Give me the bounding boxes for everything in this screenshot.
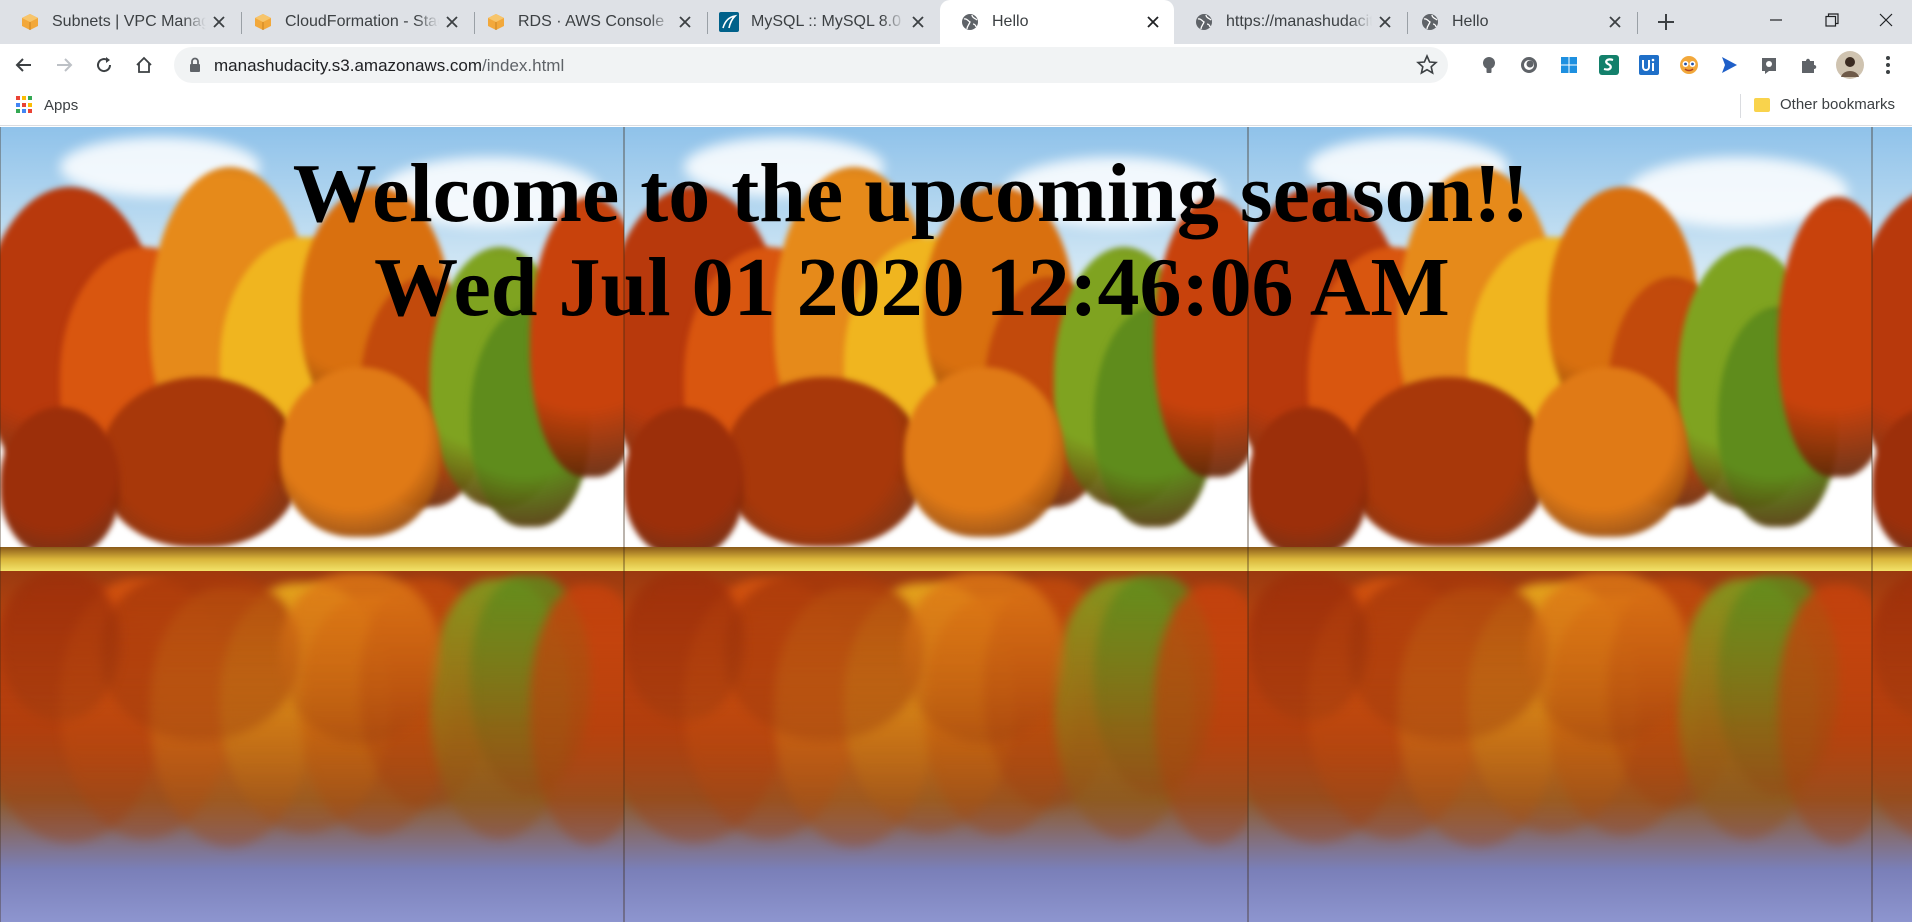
circle-icon[interactable]	[1517, 53, 1541, 77]
tree-foliage	[100, 377, 300, 547]
plus-icon	[1658, 14, 1674, 30]
tree-reflection	[280, 573, 440, 743]
close-icon	[1879, 13, 1893, 27]
ui-icon[interactable]	[1637, 53, 1661, 77]
back-button[interactable]	[8, 49, 40, 81]
shield-icon[interactable]	[1757, 53, 1781, 77]
close-icon[interactable]	[206, 9, 232, 35]
tab-title: Hello	[992, 13, 1029, 30]
profile-avatar[interactable]	[1835, 50, 1865, 80]
close-icon[interactable]	[1140, 9, 1166, 35]
tab-cloudformation[interactable]: CloudFormation - Stacks	[233, 0, 473, 44]
bookmarks-bar: Apps Other bookmarks	[0, 86, 1912, 126]
puzzle-icon[interactable]	[1797, 53, 1821, 77]
eye-icon[interactable]	[1677, 53, 1701, 77]
tree-foliage	[904, 367, 1064, 537]
tab-title: MySQL :: MySQL 8.0 Reference Manual	[751, 13, 905, 30]
tree-reflection	[724, 571, 924, 741]
tab-title: Subnets | VPC Management Console	[52, 13, 206, 30]
date-time-text: Wed Jul 01 2020 12:46:06 AM	[374, 241, 1450, 334]
address-host: manashudacity.s3.amazonaws.com	[214, 56, 483, 75]
tree-foliage	[0, 407, 120, 557]
tab-title: RDS · AWS Console	[518, 13, 665, 30]
shoreline	[1248, 547, 1872, 571]
reload-button[interactable]	[88, 49, 120, 81]
tab-separator	[1637, 12, 1638, 34]
tab-hello-active[interactable]: Hello	[940, 0, 1174, 44]
windows-icon[interactable]	[1557, 53, 1581, 77]
arrow-right-icon	[57, 58, 73, 72]
close-window-button[interactable]	[1858, 0, 1912, 40]
close-icon[interactable]	[439, 9, 465, 35]
page-content: Welcome to the upcoming season!! Wed Jul…	[0, 127, 1912, 922]
bookmark-apps[interactable]: Apps	[16, 96, 78, 114]
address-path: /index.html	[482, 56, 565, 75]
close-icon[interactable]	[1372, 9, 1398, 35]
bulb-icon[interactable]	[1477, 53, 1501, 77]
restore-button[interactable]	[1804, 0, 1860, 40]
home-icon	[136, 56, 152, 73]
tree-reflection	[624, 571, 744, 721]
reload-icon	[97, 57, 112, 73]
tab-subnets[interactable]: Subnets | VPC Management Console	[0, 0, 240, 44]
globe-icon	[1194, 12, 1214, 32]
address-text[interactable]: manashudacity.s3.amazonaws.com/index.htm…	[214, 56, 564, 76]
tab-title: CloudFormation - Stacks	[285, 13, 439, 30]
tree-foliage	[280, 367, 440, 537]
tab-title: Hello	[1452, 13, 1489, 30]
close-icon[interactable]	[672, 9, 698, 35]
close-icon[interactable]	[905, 9, 931, 35]
lock-icon[interactable]	[186, 56, 204, 74]
shoreline	[1872, 547, 1912, 571]
tab-strip: Subnets | VPC Management Console CloudFo…	[0, 0, 1912, 44]
minimize-icon	[1770, 19, 1782, 21]
tree-foliage	[1348, 377, 1548, 547]
arrow-icon[interactable]	[1717, 53, 1741, 77]
globe-icon	[960, 12, 980, 32]
apps-label: Apps	[44, 96, 79, 114]
aws-box-icon	[20, 12, 40, 32]
tree-reflection	[1248, 571, 1368, 721]
welcome-heading: Welcome to the upcoming season!! Wed Jul…	[0, 147, 1912, 335]
minimize-button[interactable]	[1748, 0, 1804, 40]
tab-rds[interactable]: RDS · AWS Console	[466, 0, 706, 44]
bookmark-other-folder[interactable]: Other bookmarks	[1754, 96, 1895, 113]
tree-reflection	[1528, 573, 1688, 743]
tree-foliage	[1248, 407, 1368, 557]
tab-mysql[interactable]: MySQL :: MySQL 8.0 Reference Manual	[699, 0, 939, 44]
tree-foliage	[724, 377, 924, 547]
tree-reflection	[1348, 571, 1548, 741]
tree-reflection	[904, 573, 1064, 743]
forward-button[interactable]	[48, 49, 80, 81]
tree-foliage	[624, 407, 744, 557]
apps-grid-icon	[16, 96, 34, 114]
folder-icon	[1754, 97, 1770, 112]
shoreline	[0, 547, 624, 571]
s-icon[interactable]	[1597, 53, 1621, 77]
new-tab-button[interactable]	[1650, 6, 1682, 38]
shoreline	[624, 547, 1248, 571]
tree-foliage	[1528, 367, 1688, 537]
address-bar[interactable]: manashudacity.s3.amazonaws.com/index.htm…	[174, 47, 1448, 83]
globe-icon	[1420, 12, 1440, 32]
bookmarks-divider	[1740, 94, 1741, 118]
other-bookmarks-label: Other bookmarks	[1780, 96, 1896, 113]
tab-hello[interactable]: Hello	[1400, 0, 1636, 44]
mysql-icon	[719, 12, 739, 32]
aws-box-icon	[253, 12, 273, 32]
browser-toolbar: manashudacity.s3.amazonaws.com/index.htm…	[0, 44, 1912, 86]
aws-box-icon	[486, 12, 506, 32]
close-icon[interactable]	[1602, 9, 1628, 35]
home-button[interactable]	[128, 49, 160, 81]
welcome-message: Welcome to the upcoming season!!	[292, 147, 1530, 240]
tab-s3-url[interactable]: https://manashudacity.s3.amazonaws.com	[1174, 0, 1406, 44]
tree-reflection	[0, 571, 120, 721]
menu-dots-icon[interactable]	[1876, 53, 1900, 77]
restore-icon	[1825, 13, 1839, 27]
tab-title: https://manashudacity.s3.amazonaws.com	[1226, 13, 1372, 30]
arrow-left-icon	[15, 58, 31, 72]
bookmark-star-icon[interactable]	[1416, 53, 1438, 76]
tree-reflection	[100, 571, 300, 741]
